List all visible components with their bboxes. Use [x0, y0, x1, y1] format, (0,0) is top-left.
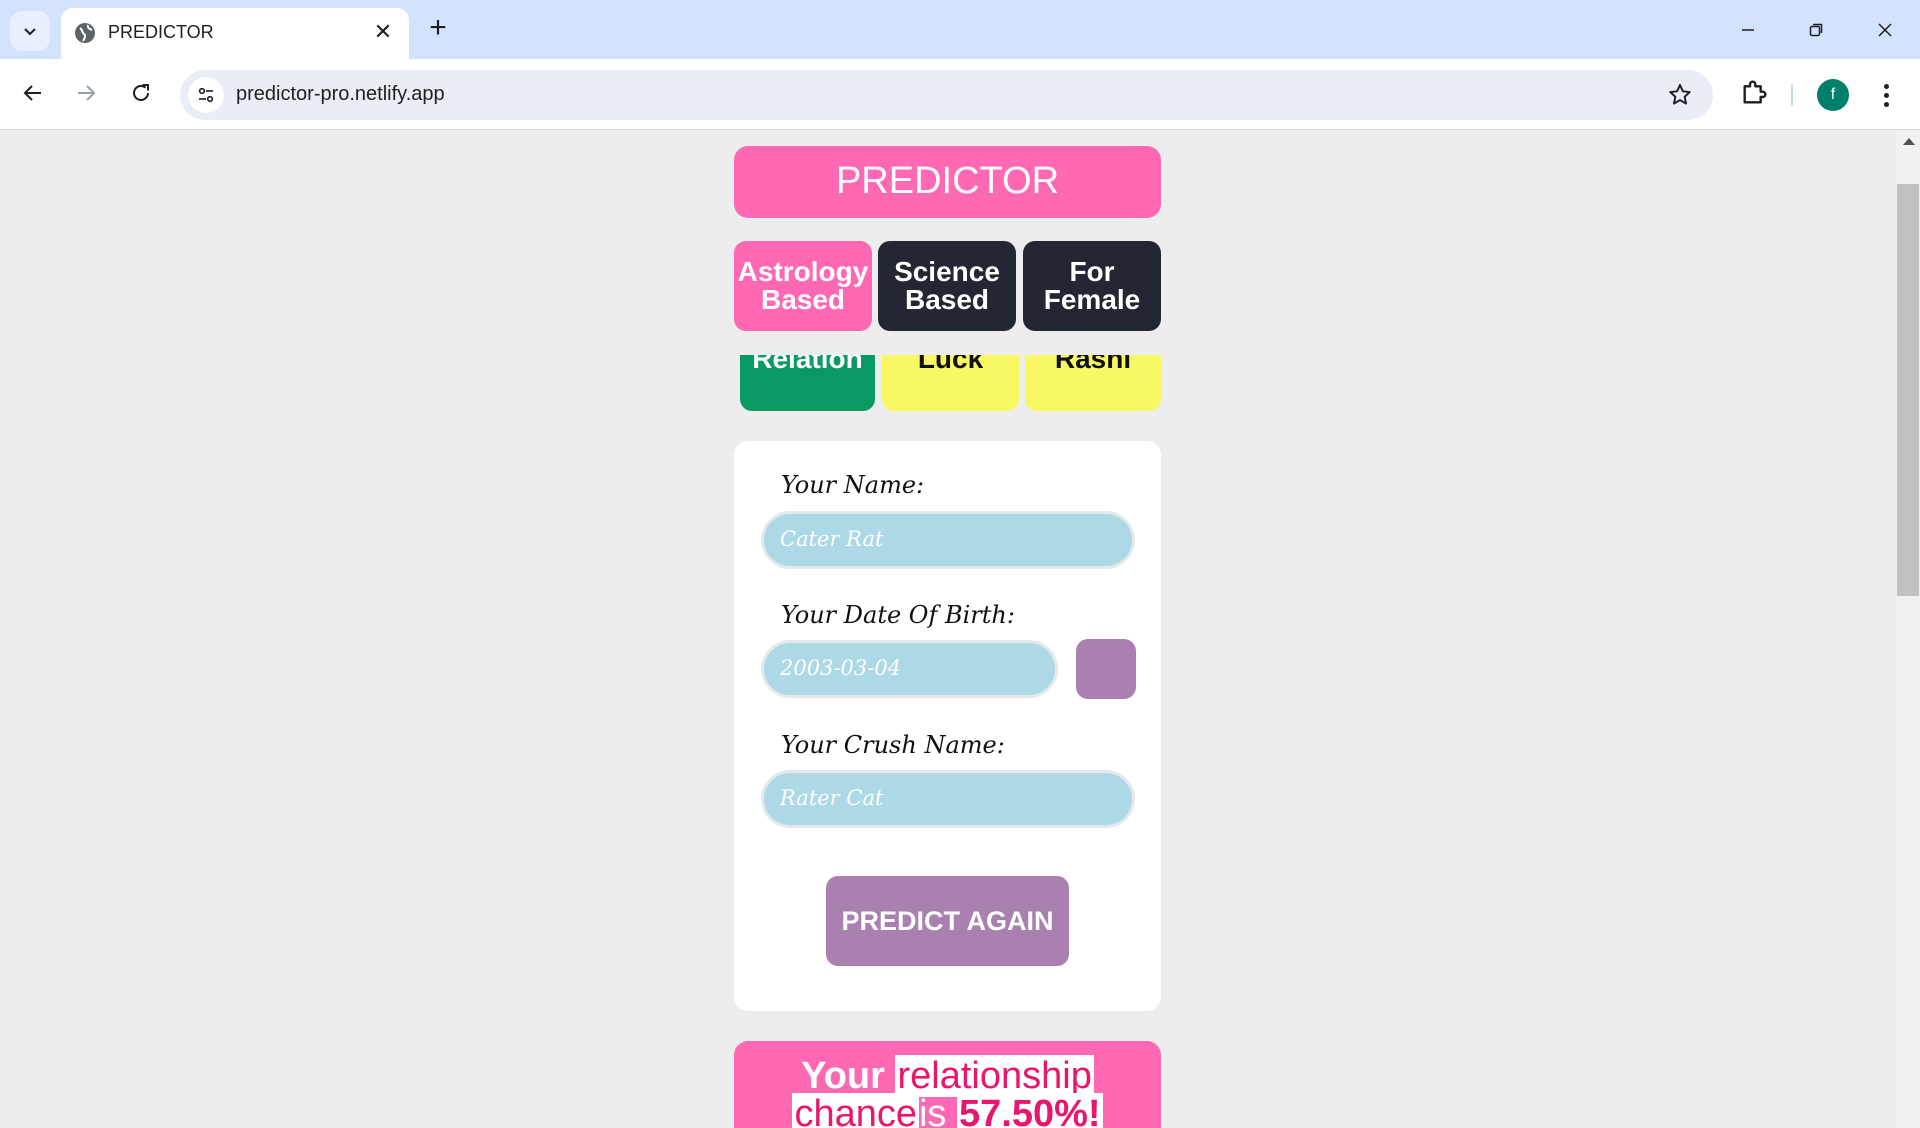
mode-female-line1: For: [1069, 256, 1115, 287]
result-word-your: Your: [801, 1055, 885, 1097]
tab-close-icon[interactable]: ✕: [371, 20, 395, 44]
sub-tab-rashi[interactable]: Rashi: [1025, 355, 1161, 411]
forward-button[interactable]: [68, 75, 104, 111]
bookmark-star-icon[interactable]: [1667, 82, 1693, 108]
prediction-form-card: Your Name: Cater Rat Your Date Of Birth:…: [734, 441, 1161, 1011]
url-text: predictor-pro.netlify.app: [236, 83, 445, 105]
profile-avatar[interactable]: f: [1817, 79, 1849, 111]
result-percentage: 57.50%!: [957, 1093, 1103, 1128]
sub-tab-row: Relation Luck Rashi: [734, 355, 1161, 411]
browser-tab[interactable]: PREDICTOR ✕: [61, 8, 409, 59]
restore-button[interactable]: [1791, 10, 1841, 50]
crush-name-input[interactable]: Rater Cat: [761, 770, 1135, 828]
mode-female-button[interactable]: For Female: [1023, 241, 1161, 331]
crush-label: Your Crush Name:: [781, 731, 1005, 759]
toolbar-divider: [1791, 84, 1793, 106]
globe-icon: [75, 23, 95, 43]
app-title: PREDICTOR: [734, 146, 1161, 218]
back-button[interactable]: [15, 75, 51, 111]
tune-icon: [198, 87, 214, 103]
mode-science-button[interactable]: Science Based: [878, 241, 1016, 331]
minimize-icon: [1742, 29, 1754, 31]
arrow-left-icon: [23, 85, 41, 101]
minimize-button[interactable]: [1723, 10, 1773, 50]
close-icon: [1878, 23, 1892, 37]
address-bar[interactable]: predictor-pro.netlify.app: [180, 70, 1713, 120]
predict-again-button[interactable]: PREDICT AGAIN: [826, 876, 1069, 966]
mode-science-line2: Based: [904, 284, 990, 315]
mode-astrology-button[interactable]: Astrology Based: [734, 241, 872, 331]
browser-tab-strip: PREDICTOR ✕ +: [0, 0, 1920, 59]
mode-female-line2: Female: [1043, 284, 1141, 315]
arrow-right-icon: [78, 85, 96, 101]
chevron-down-icon: [24, 28, 36, 36]
browser-toolbar: predictor-pro.netlify.app f: [0, 59, 1920, 130]
result-panel: Your relationship chanceis 57.50%!: [734, 1041, 1161, 1128]
tab-search-button[interactable]: [10, 11, 50, 51]
extensions-puzzle-icon[interactable]: [1738, 77, 1770, 109]
result-word-is: is: [918, 1093, 947, 1128]
dob-input[interactable]: 2003-03-04: [761, 640, 1058, 698]
reload-icon: [133, 84, 149, 101]
name-label: Your Name:: [781, 471, 925, 499]
dob-label: Your Date Of Birth:: [781, 601, 1015, 629]
result-word-chance: chance: [792, 1093, 919, 1128]
restore-icon: [1809, 23, 1823, 37]
scroll-up-arrow-icon[interactable]: [1903, 138, 1915, 145]
sub-tab-luck[interactable]: Luck: [882, 355, 1019, 411]
calendar-picker-button[interactable]: [1076, 639, 1136, 699]
scrollbar-thumb[interactable]: [1897, 184, 1919, 596]
mode-science-line1: Science: [894, 256, 1000, 287]
mode-astrology-line2: Based: [760, 284, 846, 315]
close-window-button[interactable]: [1860, 10, 1910, 50]
sub-tab-relation[interactable]: Relation: [740, 355, 875, 411]
mode-astrology-line1: Astrology: [737, 256, 869, 287]
reload-button[interactable]: [123, 75, 159, 111]
kebab-menu-icon[interactable]: [1872, 79, 1900, 111]
site-info-button[interactable]: [188, 77, 224, 113]
new-tab-button[interactable]: +: [422, 12, 454, 44]
name-input[interactable]: Cater Rat: [761, 511, 1135, 569]
result-word-relationship: relationship: [895, 1055, 1094, 1097]
tab-title: PREDICTOR: [108, 22, 214, 42]
